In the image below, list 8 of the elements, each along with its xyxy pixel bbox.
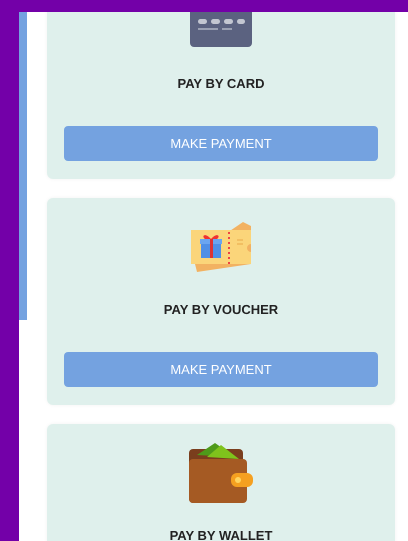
wallet-icon	[189, 443, 253, 503]
option-title: PAY BY CARD	[178, 75, 264, 93]
scrollbar[interactable]	[19, 12, 27, 320]
option-title: PAY BY VOUCHER	[164, 301, 278, 319]
option-title: PAY BY WALLET	[170, 527, 272, 541]
make-payment-button[interactable]: MAKE PAYMENT	[64, 352, 378, 387]
gift-voucher-icon	[189, 220, 253, 274]
make-payment-button[interactable]: MAKE PAYMENT	[64, 126, 378, 161]
